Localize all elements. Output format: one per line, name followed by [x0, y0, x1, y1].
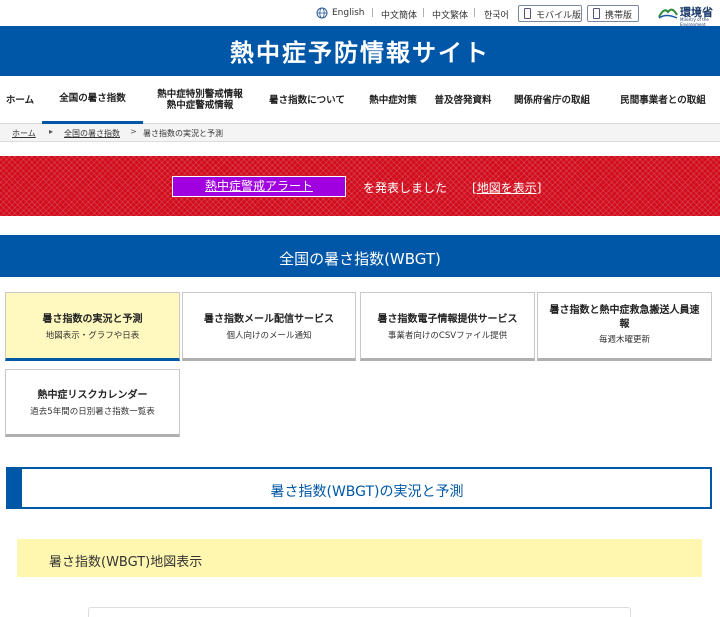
- map-panel: [88, 607, 631, 617]
- mobile-site-button[interactable]: モバイル版: [518, 5, 582, 22]
- card-subtitle: 過去5年間の日別暑さ指数一覧表: [30, 407, 155, 417]
- card-title: 暑さ指数の実況と予測: [42, 314, 143, 325]
- divider: |: [473, 8, 477, 18]
- site-header: 熱中症予防情報サイト: [0, 26, 720, 76]
- nav-heat-alerts[interactable]: 熱中症特別警戒情報 熱中症警戒情報: [148, 76, 252, 124]
- utility-bar: English | 中文簡体 | 中文繁体 | 한국어 モバイル版 携帯版 環境…: [0, 0, 720, 27]
- ministry-emblem-icon: [658, 8, 678, 19]
- card-data-service[interactable]: 暑さ指数電子情報提供サービス 事業者向けのCSVファイル提供: [360, 292, 535, 361]
- card-subtitle: 毎週木曜更新: [598, 335, 650, 345]
- nav-countermeasures-label: 熱中症対策: [369, 94, 417, 106]
- heat-alert-banner: 熱中症警戒アラート を発表しました [地図を表示]: [0, 156, 720, 216]
- globe-icon: [316, 7, 328, 19]
- nav-home[interactable]: ホーム: [0, 76, 40, 124]
- mobile-site-label: モバイル版: [536, 11, 582, 21]
- breadcrumb: ホーム ▸ 全国の暑さ指数 > 暑さ指数の実況と予測: [0, 124, 720, 142]
- nav-awareness-materials-label: 普及啓発資料: [434, 94, 492, 106]
- nav-ministries-label: 関係府省庁の取組: [513, 94, 590, 106]
- site-title[interactable]: 熱中症予防情報サイト: [0, 33, 720, 68]
- lang-korean-link[interactable]: 한국어: [484, 8, 509, 21]
- card-title: 熱中症リスクカレンダー: [37, 390, 148, 401]
- heat-alert-text: を発表しました: [363, 181, 448, 195]
- card-title: 暑さ指数電子情報提供サービス: [377, 314, 518, 325]
- subsection-header: 暑さ指数(WBGT)の実況と予測: [6, 467, 712, 509]
- feature-phone-label: 携帯版: [605, 11, 633, 21]
- nav-heat-alerts-label-2: 熱中症警戒情報: [166, 100, 234, 111]
- lang-simplified-chinese-link[interactable]: 中文簡体: [381, 8, 417, 21]
- card-email-service[interactable]: 暑さ指数メール配信サービス 個人向けのメール通知: [182, 292, 356, 361]
- card-title: 暑さ指数と熱中症救急搬送人員速報: [549, 305, 700, 330]
- section-header: 全国の暑さ指数(WBGT): [0, 235, 720, 277]
- nav-countermeasures[interactable]: 熱中症対策: [362, 76, 424, 124]
- nav-private-sector-label: 民間事業者との取組: [620, 94, 706, 106]
- main-nav: ホーム 全国の暑さ指数 熱中症特別警戒情報 熱中症警戒情報 暑さ指数について 熱…: [0, 76, 720, 124]
- map-section-header: 暑さ指数(WBGT)地図表示: [17, 539, 702, 577]
- nav-private-sector[interactable]: 民間事業者との取組: [606, 76, 720, 124]
- nav-heat-alerts-label: 熱中症特別警戒情報: [157, 89, 243, 100]
- card-emergency-transport-report[interactable]: 暑さ指数と熱中症救急搬送人員速報 毎週木曜更新: [537, 292, 712, 361]
- section-title: 全国の暑さ指数(WBGT): [279, 250, 441, 268]
- card-title: 暑さ指数メール配信サービス: [204, 314, 334, 325]
- breadcrumb-current: 暑さ指数の実況と予測: [143, 129, 223, 138]
- smartphone-icon: [524, 8, 531, 19]
- nav-about-wbgt[interactable]: 暑さ指数について: [258, 76, 356, 124]
- nav-national-wbgt-label: 全国の暑さ指数: [59, 93, 126, 104]
- breadcrumb-separator: >: [130, 127, 137, 136]
- card-wbgt-forecast[interactable]: 暑さ指数の実況と予測 地図表示・グラフや日表: [5, 292, 180, 361]
- nav-national-wbgt[interactable]: 全国の暑さ指数: [42, 76, 143, 124]
- nav-ministries[interactable]: 関係府省庁の取組: [504, 76, 600, 124]
- ministry-logo[interactable]: 環境省 Ministry of the Environment: [658, 3, 718, 27]
- divider: |: [422, 8, 426, 18]
- phone-icon: [593, 8, 600, 19]
- nav-awareness-materials[interactable]: 普及啓発資料: [428, 76, 498, 124]
- card-subtitle: 地図表示・グラフや日表: [45, 331, 140, 341]
- card-subtitle: 事業者向けのCSVファイル提供: [387, 331, 508, 341]
- subsection-title: 暑さ指数(WBGT)の実況と予測: [270, 484, 464, 500]
- breadcrumb-home[interactable]: ホーム: [12, 128, 36, 139]
- map-section-title: 暑さ指数(WBGT)地図表示: [49, 555, 203, 570]
- breadcrumb-separator: ▸: [49, 127, 54, 136]
- divider: |: [371, 8, 375, 18]
- nav-about-wbgt-label: 暑さ指数について: [269, 94, 345, 106]
- breadcrumb-national-wbgt[interactable]: 全国の暑さ指数: [64, 128, 120, 139]
- card-subtitle: 個人向けのメール通知: [226, 331, 312, 341]
- heat-alert-badge[interactable]: 熱中症警戒アラート: [172, 176, 346, 197]
- show-map-link[interactable]: [地図を表示]: [472, 179, 541, 196]
- card-risk-calendar[interactable]: 熱中症リスクカレンダー 過去5年間の日別暑さ指数一覧表: [5, 369, 180, 437]
- bracket-close: ]: [536, 181, 542, 195]
- lang-english-link[interactable]: English: [332, 8, 365, 18]
- show-map-label: 地図を表示: [476, 181, 537, 195]
- nav-home-label: ホーム: [5, 94, 35, 106]
- feature-phone-button[interactable]: 携帯版: [587, 5, 639, 22]
- lang-traditional-chinese-link[interactable]: 中文繁体: [432, 8, 468, 21]
